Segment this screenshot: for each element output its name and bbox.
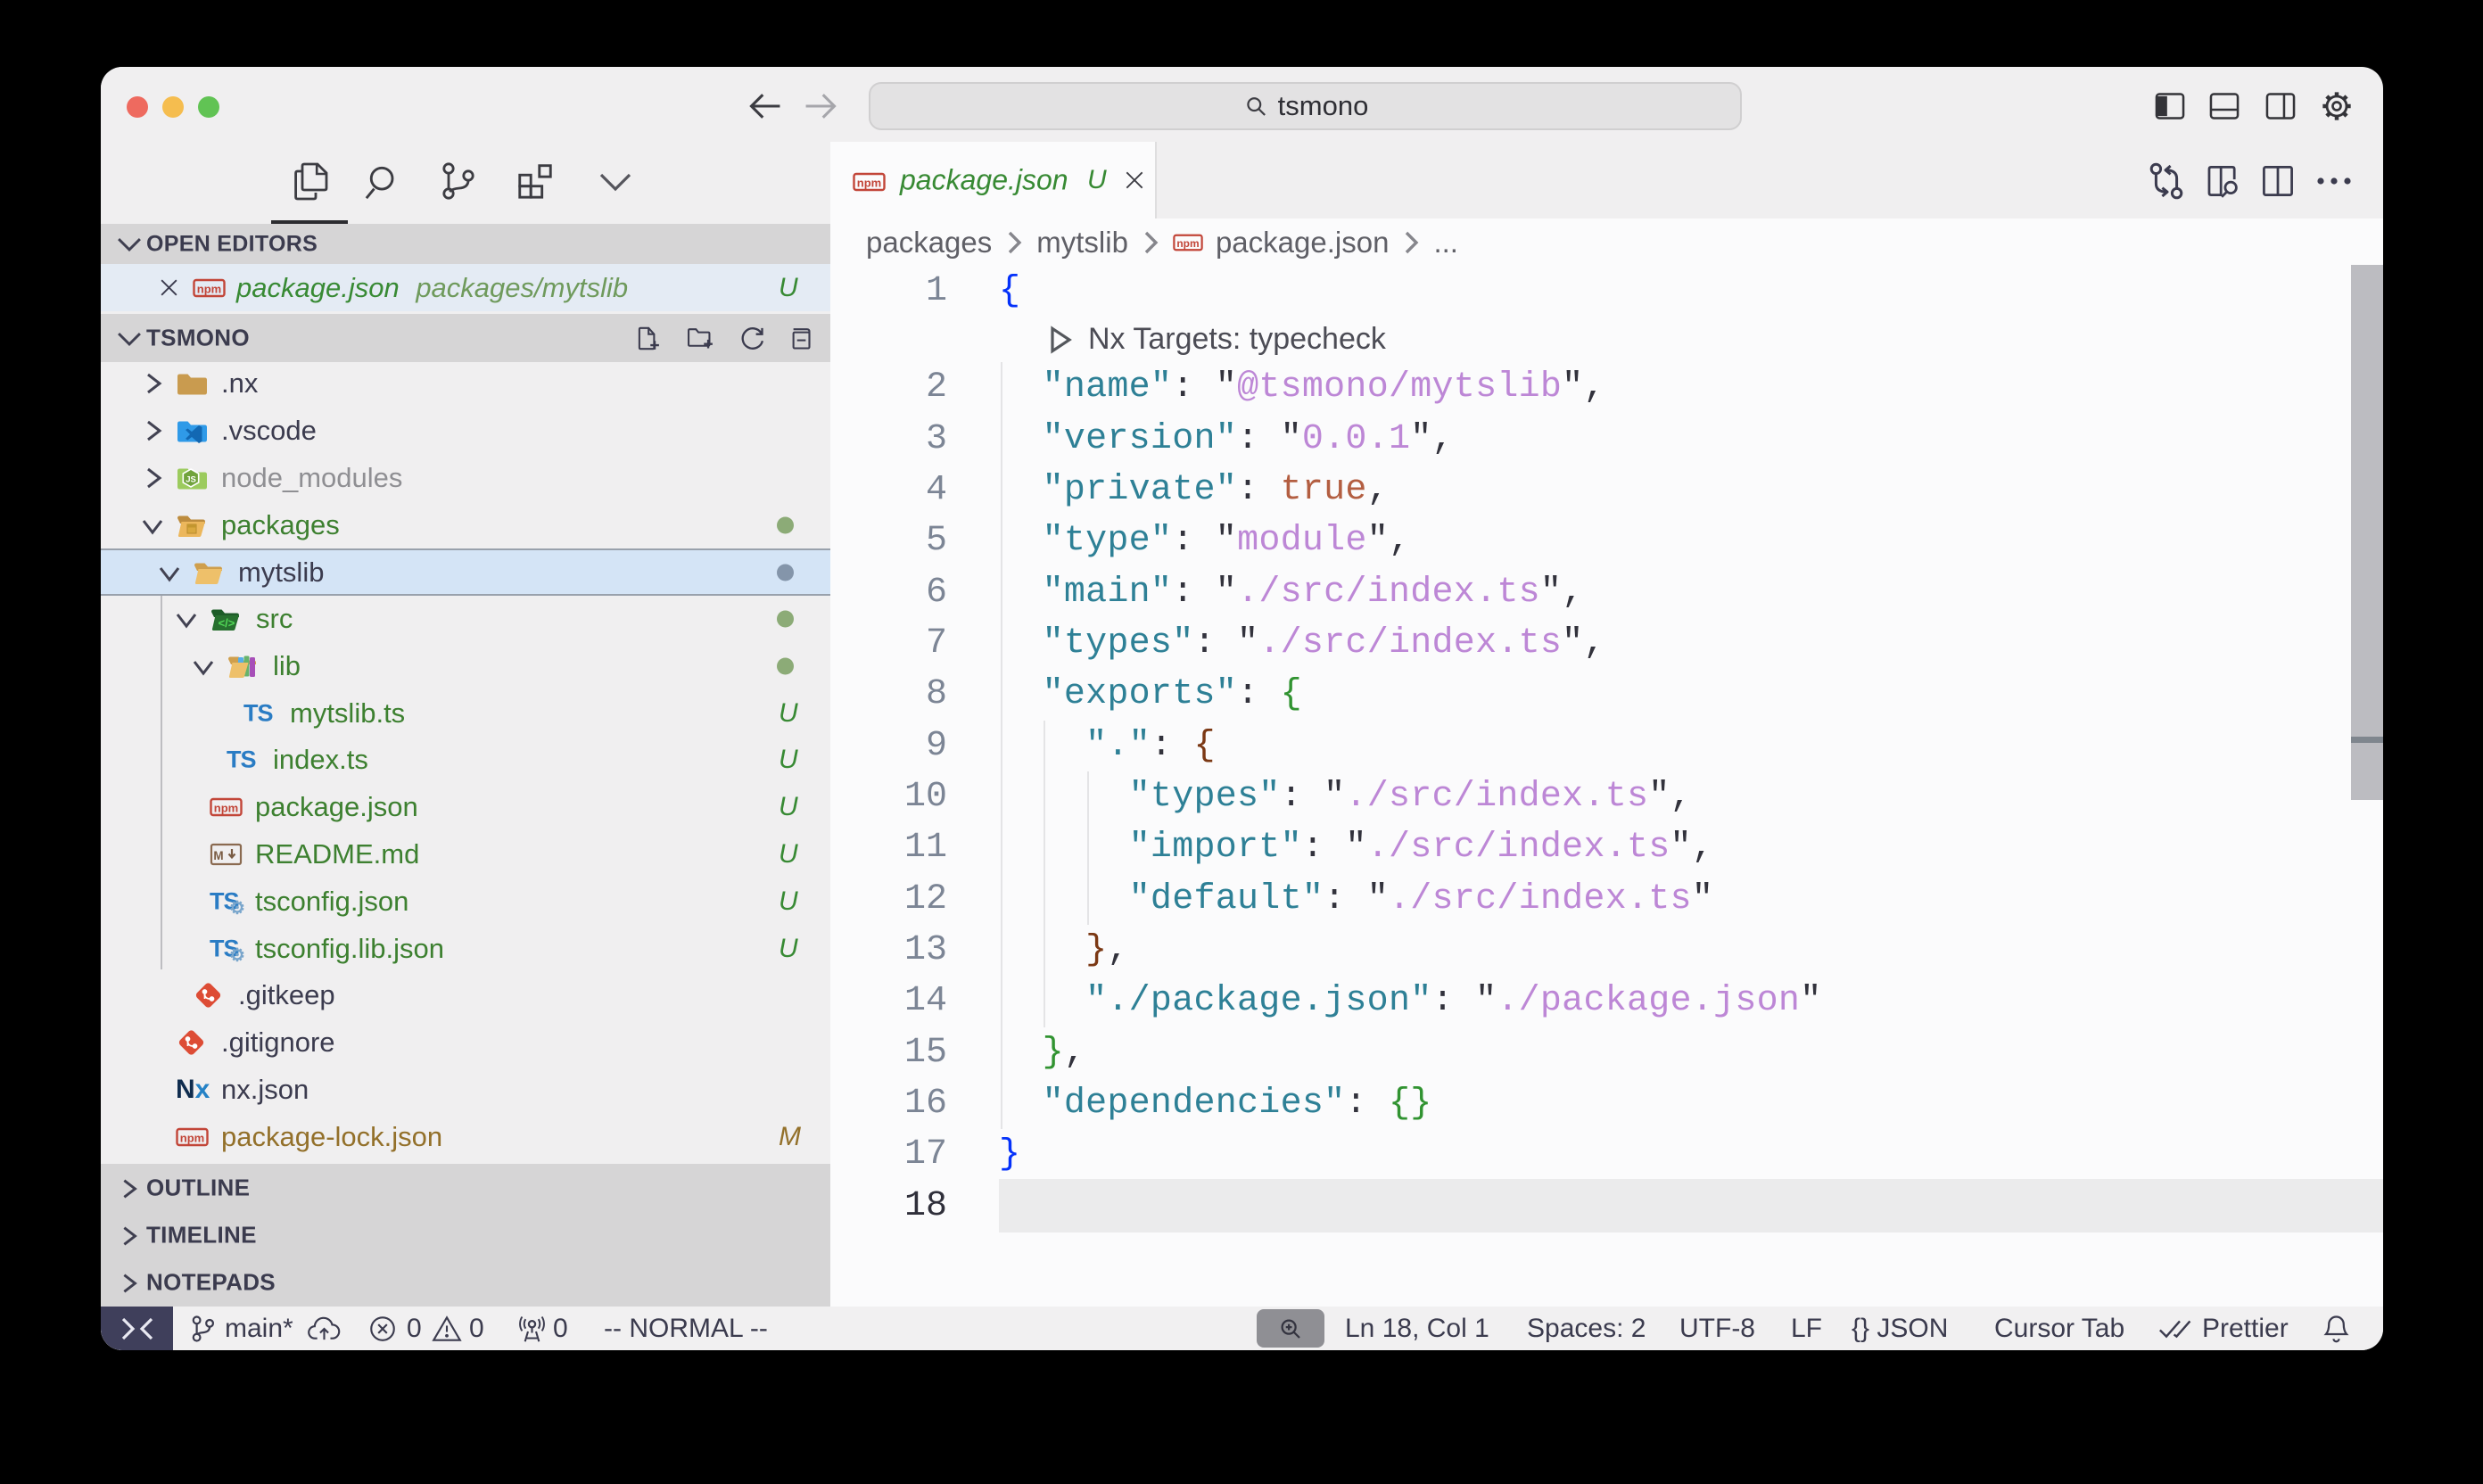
svg-text:M: M	[213, 849, 223, 862]
svg-text:npm: npm	[857, 177, 881, 190]
svg-text:npm: npm	[214, 801, 238, 814]
svg-text:npm: npm	[197, 282, 221, 295]
svg-text:JS: JS	[186, 474, 196, 484]
svg-text:</>: </>	[219, 616, 235, 630]
svg-text:npm: npm	[180, 1131, 204, 1144]
svg-text:npm: npm	[1176, 237, 1199, 250]
